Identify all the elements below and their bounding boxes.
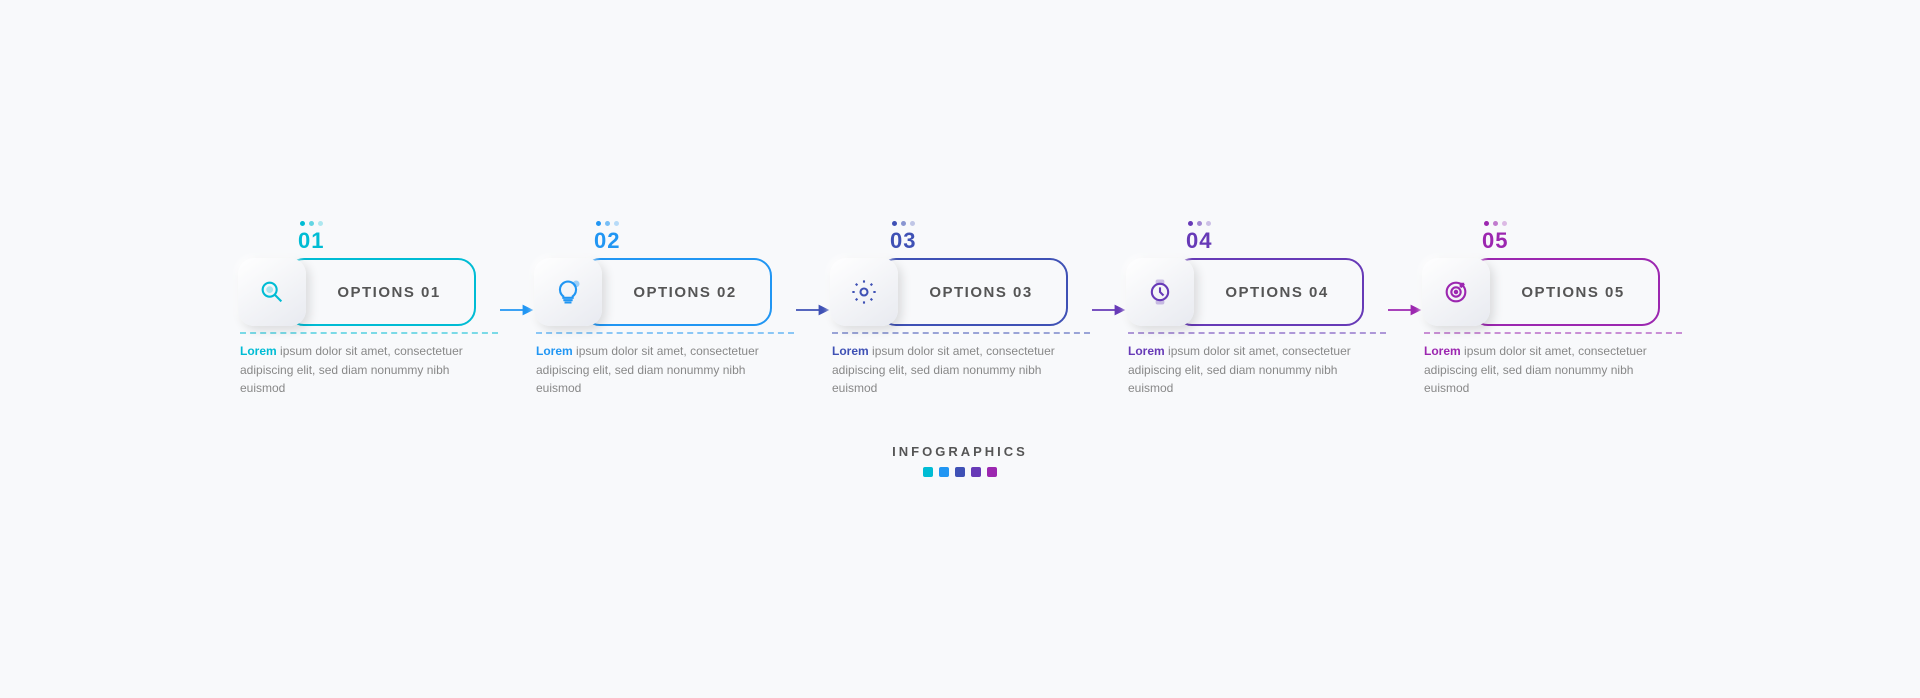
arrow-2: [794, 298, 830, 322]
step-label-4: OPTIONS 04: [1225, 284, 1328, 301]
step-top-dots-5: [1484, 221, 1507, 226]
step-number-4: 04: [1186, 228, 1212, 254]
step-top-dots-4: [1188, 221, 1211, 226]
step-box-1: OPTIONS 01: [286, 258, 476, 326]
step-number-5: 05: [1482, 228, 1508, 254]
footer-dot-2: [939, 467, 949, 477]
footer: INFOGRAPHICS: [892, 444, 1028, 477]
steps-row: 01 OPTIONS 01 Lorem ipsum dolor sit amet,…: [238, 221, 1682, 398]
step-icon-1: [238, 258, 306, 326]
step-dashed-line-2: [536, 332, 794, 334]
step-icon-5: [1422, 258, 1490, 326]
step-icon-3: [830, 258, 898, 326]
step-box-4: OPTIONS 04: [1174, 258, 1364, 326]
footer-dot-1: [923, 467, 933, 477]
footer-dot-4: [971, 467, 981, 477]
step-top-dots-2: [596, 221, 619, 226]
step-box-row-3: OPTIONS 03: [830, 258, 1068, 326]
step-desc-wrap-2: Lorem ipsum dolor sit amet, consectetuer…: [536, 326, 794, 398]
step-box-row-1: OPTIONS 01: [238, 258, 476, 326]
footer-dot-5: [987, 467, 997, 477]
footer-dots: [923, 467, 997, 477]
step-label-2: OPTIONS 02: [633, 284, 736, 301]
step-group-4: 04 OPTIONS 04 Lorem ipsum dolor sit amet,…: [1126, 221, 1386, 398]
footer-dot-3: [955, 467, 965, 477]
step-icon-2: [534, 258, 602, 326]
step-icon-4: [1126, 258, 1194, 326]
step-label-1: OPTIONS 01: [337, 284, 440, 301]
step-desc-wrap-5: Lorem ipsum dolor sit amet, consectetuer…: [1424, 326, 1682, 398]
step-desc-1: Lorem ipsum dolor sit amet, consectetuer…: [240, 342, 498, 398]
step-desc-4: Lorem ipsum dolor sit amet, consectetuer…: [1128, 342, 1386, 398]
step-box-5: OPTIONS 05: [1470, 258, 1660, 326]
step-group-3: 03 OPTIONS 03 Lorem ipsum dolor sit amet,…: [830, 221, 1090, 398]
step-number-2: 02: [594, 228, 620, 254]
step-desc-5: Lorem ipsum dolor sit amet, consectetuer…: [1424, 342, 1682, 398]
step-desc-wrap-3: Lorem ipsum dolor sit amet, consectetuer…: [832, 326, 1090, 398]
arrow-1: [498, 298, 534, 322]
step-desc-wrap-4: Lorem ipsum dolor sit amet, consectetuer…: [1128, 326, 1386, 398]
step-desc-3: Lorem ipsum dolor sit amet, consectetuer…: [832, 342, 1090, 398]
step-top-dots-3: [892, 221, 915, 226]
step-dashed-line-3: [832, 332, 1090, 334]
step-desc-wrap-1: Lorem ipsum dolor sit amet, consectetuer…: [240, 326, 498, 398]
step-box-3: OPTIONS 03: [878, 258, 1068, 326]
step-label-5: OPTIONS 05: [1521, 284, 1624, 301]
step-box-row-2: OPTIONS 02: [534, 258, 772, 326]
step-top-dots-1: [300, 221, 323, 226]
step-number-1: 01: [298, 228, 324, 254]
arrow-4: [1386, 298, 1422, 322]
step-dashed-line-4: [1128, 332, 1386, 334]
step-box-2: OPTIONS 02: [582, 258, 772, 326]
step-dashed-line-5: [1424, 332, 1682, 334]
step-group-1: 01 OPTIONS 01 Lorem ipsum dolor sit amet,…: [238, 221, 498, 398]
step-box-row-4: OPTIONS 04: [1126, 258, 1364, 326]
step-box-row-5: OPTIONS 05: [1422, 258, 1660, 326]
step-label-3: OPTIONS 03: [929, 284, 1032, 301]
infographic-wrapper: 01 OPTIONS 01 Lorem ipsum dolor sit amet,…: [0, 221, 1920, 477]
step-group-2: 02 OPTIONS 02 Lorem ipsum dolor sit amet,…: [534, 221, 794, 398]
step-desc-2: Lorem ipsum dolor sit amet, consectetuer…: [536, 342, 794, 398]
arrow-3: [1090, 298, 1126, 322]
footer-title: INFOGRAPHICS: [892, 444, 1028, 459]
step-dashed-line-1: [240, 332, 498, 334]
step-number-3: 03: [890, 228, 916, 254]
step-group-5: 05 OPTIONS 05 Lorem ipsum dolor sit amet,…: [1422, 221, 1682, 398]
